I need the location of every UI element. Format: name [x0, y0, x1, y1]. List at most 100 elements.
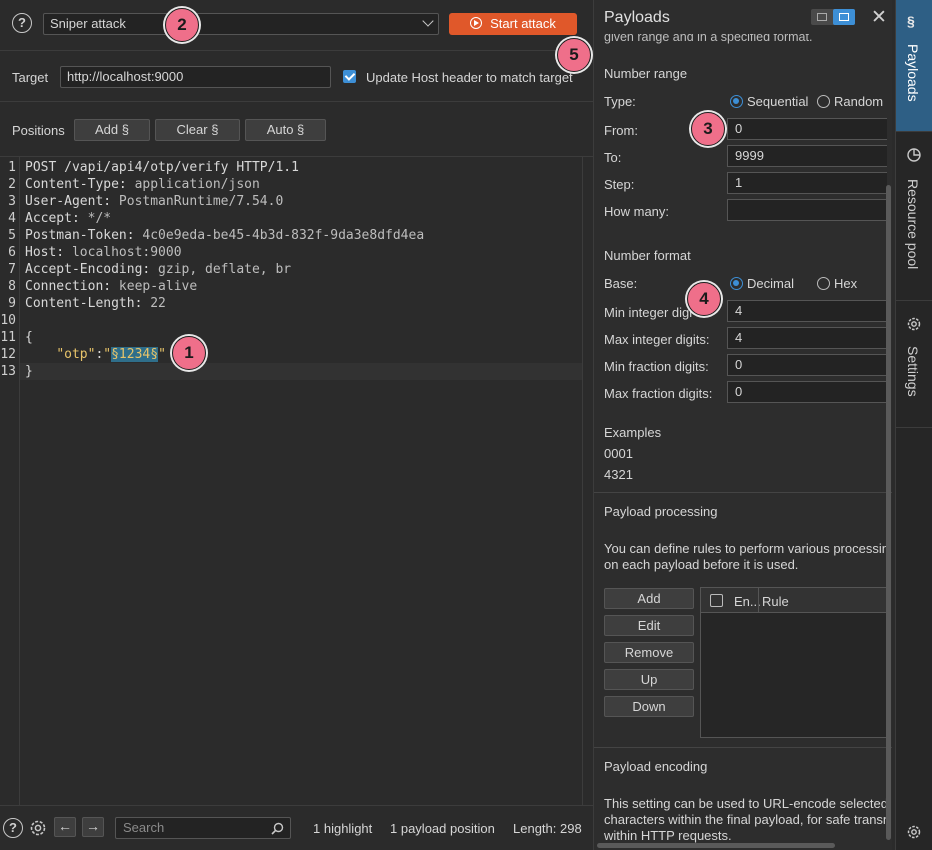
- previous-arrow-icon[interactable]: ←: [54, 817, 76, 837]
- sequential-label: Sequential: [747, 94, 809, 109]
- header-value: keep-alive: [111, 279, 198, 294]
- payload-position-marker[interactable]: §1234§: [111, 347, 159, 362]
- annotation-badge: 1: [172, 336, 206, 370]
- payload-encoding-heading: Payload encoding: [604, 759, 708, 774]
- up-rule-button[interactable]: Up: [604, 669, 694, 690]
- header-line[interactable]: Accept-Encoding: gzip, deflate, br: [25, 262, 291, 277]
- json-key: "otp": [56, 347, 96, 362]
- down-rule-button[interactable]: Down: [604, 696, 694, 717]
- hex-radio[interactable]: [817, 277, 830, 290]
- payload-processing-heading: Payload processing: [604, 504, 718, 519]
- section-sign-icon: §: [907, 13, 915, 29]
- header-line[interactable]: Host: localhost:9000: [25, 245, 182, 260]
- clear-markers-button[interactable]: Clear §: [155, 119, 240, 141]
- update-host-checkbox[interactable]: [343, 70, 356, 83]
- select-all-checkbox[interactable]: [710, 594, 723, 607]
- line-number: 4: [8, 211, 16, 226]
- attack-type-select[interactable]: Sniper attack: [43, 13, 439, 35]
- help-icon[interactable]: ?: [3, 818, 23, 838]
- request-line[interactable]: POST /vapi/api4/otp/verify HTTP/1.1: [25, 160, 299, 175]
- add-rule-button[interactable]: Add: [604, 588, 694, 609]
- tab-settings[interactable]: Settings: [896, 301, 932, 427]
- search-icon: [271, 822, 284, 835]
- auto-markers-button[interactable]: Auto §: [245, 119, 326, 141]
- layout-vertical-icon: [833, 9, 855, 25]
- payload-encoding-desc: characters within the final payload, for…: [604, 812, 891, 827]
- column-enabled[interactable]: En...: [734, 594, 761, 609]
- header-value: gzip, deflate, br: [150, 262, 292, 277]
- gear-icon[interactable]: [28, 818, 48, 838]
- column-rule[interactable]: Rule: [762, 594, 789, 609]
- layout-toggle[interactable]: [811, 9, 855, 25]
- example-value: 0001: [604, 446, 633, 461]
- pie-chart-icon: [907, 148, 921, 162]
- line-number: 10: [0, 313, 16, 328]
- start-attack-label: Start attack: [490, 16, 556, 31]
- header-line[interactable]: User-Agent: PostmanRuntime/7.54.0: [25, 194, 283, 209]
- next-arrow-icon[interactable]: →: [82, 817, 104, 837]
- divider: [0, 156, 593, 157]
- help-icon[interactable]: ?: [12, 13, 32, 33]
- min-fraction-digits-input[interactable]: 0: [727, 354, 887, 376]
- update-host-label: Update Host header to match target: [366, 70, 573, 85]
- max-fraction-digits-input[interactable]: 0: [727, 381, 887, 403]
- payloads-vertical-scrollbar[interactable]: [886, 185, 891, 840]
- tab-resource-pool[interactable]: Resource pool: [896, 132, 932, 300]
- sequential-radio[interactable]: [730, 95, 743, 108]
- edit-rule-button[interactable]: Edit: [604, 615, 694, 636]
- close-icon[interactable]: ✕: [871, 6, 887, 29]
- chevron-down-icon: [422, 15, 434, 27]
- decimal-label: Decimal: [747, 276, 794, 291]
- editor-scrollbar[interactable]: [582, 157, 593, 805]
- decimal-radio[interactable]: [730, 277, 743, 290]
- payload-processing-desc: on each payload before it is used.: [604, 557, 799, 572]
- how-many-input[interactable]: [727, 199, 887, 221]
- examples-heading: Examples: [604, 425, 662, 440]
- header-key: Connection:: [25, 279, 112, 294]
- request-length: Length: 298: [513, 821, 582, 836]
- line-number: 8: [8, 279, 16, 294]
- json-quote: ": [103, 347, 112, 362]
- payloads-panel: Payloads ✕ given range and in a specifie…: [593, 0, 892, 850]
- body-line[interactable]: }: [25, 364, 33, 379]
- gear-icon[interactable]: [906, 824, 922, 840]
- highlight-count: 1 highlight: [313, 821, 373, 836]
- step-label: Step:: [604, 177, 635, 192]
- header-line[interactable]: Connection: keep-alive: [25, 279, 197, 294]
- divider: [594, 747, 892, 748]
- payloads-horizontal-scrollbar[interactable]: [597, 843, 835, 848]
- line-number: 12: [0, 347, 16, 362]
- header-line[interactable]: Content-Type: application/json: [25, 177, 260, 192]
- line-number: 11: [0, 330, 16, 345]
- body-line[interactable]: "otp":"§1234§": [25, 347, 166, 362]
- how-many-label: How many:: [604, 204, 670, 219]
- payload-processing-desc: You can define rules to perform various …: [604, 541, 889, 556]
- random-radio[interactable]: [817, 95, 830, 108]
- min-integer-digits-input[interactable]: 4: [727, 300, 887, 322]
- remove-rule-button[interactable]: Remove: [604, 642, 694, 663]
- header-line[interactable]: Accept: */*: [25, 211, 111, 226]
- to-label: To:: [604, 150, 622, 165]
- header-line[interactable]: Postman-Token: 4c0e9eda-be45-4b3d-832f-9…: [25, 228, 424, 243]
- start-attack-button[interactable]: Start attack: [449, 13, 577, 35]
- random-label: Random: [834, 94, 884, 109]
- tab-payloads[interactable]: § Payloads: [896, 0, 932, 131]
- max-integer-digits-input[interactable]: 4: [727, 327, 887, 349]
- tab-payloads-label: Payloads: [905, 44, 921, 102]
- line-number-gutter: 1 2 3 4 5 6 7 8 9 10 11 12 13: [0, 157, 20, 805]
- header-value: */*: [79, 211, 112, 226]
- from-input[interactable]: 0: [727, 118, 887, 140]
- column-divider: [758, 588, 759, 613]
- search-input[interactable]: Search: [115, 817, 291, 839]
- header-line[interactable]: Content-Length: 22: [25, 296, 166, 311]
- positions-label: Positions: [12, 123, 65, 138]
- to-input[interactable]: 9999: [727, 145, 887, 167]
- step-input[interactable]: 1: [727, 172, 887, 194]
- target-url-input[interactable]: http://localhost:9000: [60, 66, 331, 88]
- line-number: 2: [8, 177, 16, 192]
- body-line[interactable]: {: [25, 330, 33, 345]
- line-number: 13: [0, 364, 16, 379]
- add-marker-button[interactable]: Add §: [74, 119, 150, 141]
- processing-rules-table[interactable]: En... Rule: [700, 587, 890, 738]
- current-line-highlight: [20, 363, 582, 380]
